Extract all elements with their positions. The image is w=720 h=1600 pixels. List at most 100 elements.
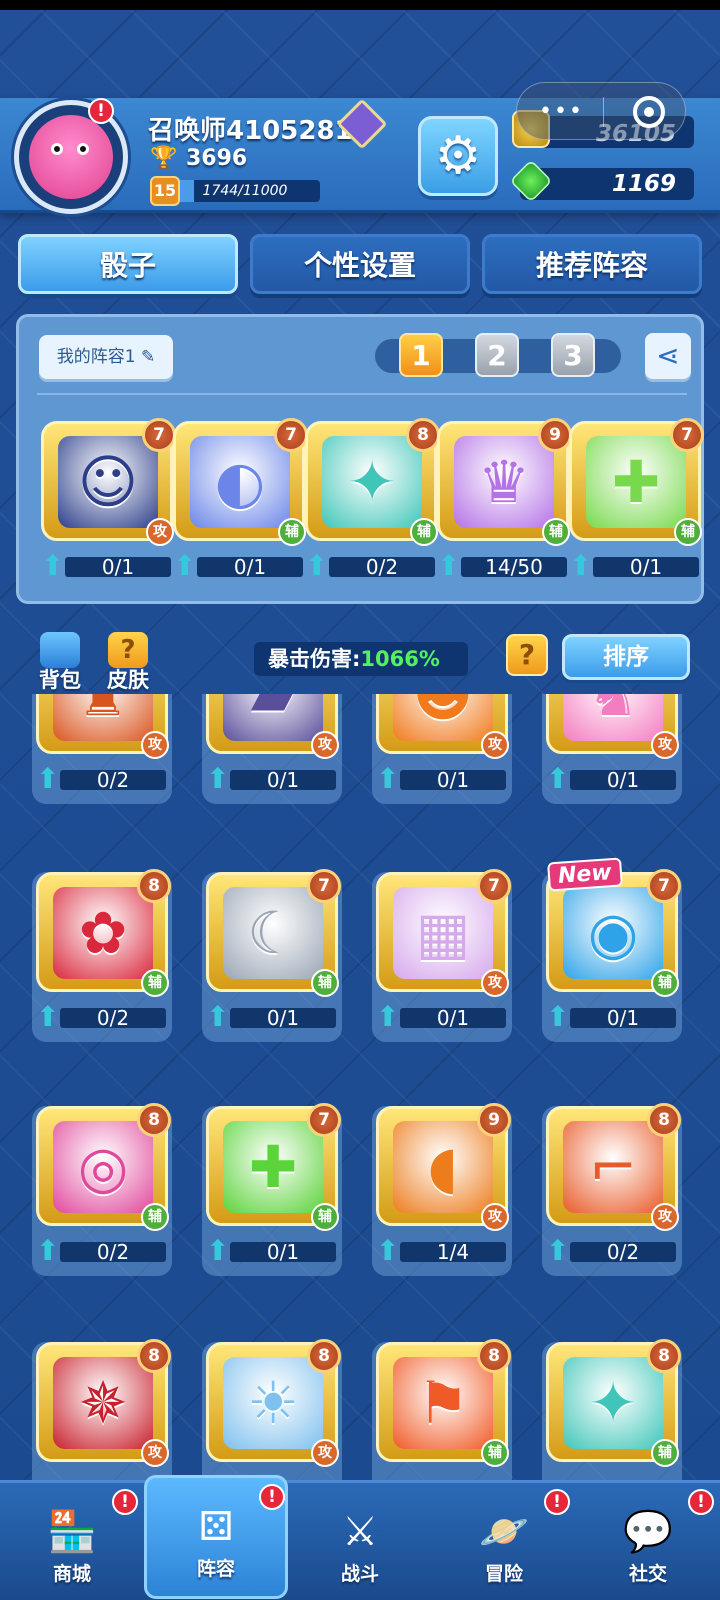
dice-card[interactable]: ✿ 8 辅 0/2 ⬆ — [32, 869, 172, 1042]
dice-frame: ▰ 攻 — [206, 694, 339, 759]
dice-card[interactable]: ⚑ 8 辅 — [372, 1339, 512, 1480]
cannon-icon: ▰ — [250, 694, 296, 729]
upgrade-arrow-icon: ⬆ — [36, 762, 60, 795]
share-button[interactable]: ⋖ — [645, 333, 691, 379]
dice-card[interactable]: ♛ 9 辅 14/50 ⬆ — [433, 418, 573, 591]
upgrade-progress-text: 0/1 — [436, 1006, 470, 1030]
dice-card[interactable]: ✦ 8 辅 0/2 ⬆ — [301, 418, 441, 591]
dice-card[interactable]: ☻ 攻 0/1 ⬆ — [372, 694, 512, 804]
dice-level-badge: 7 — [307, 869, 341, 903]
dice-card[interactable]: ▦ 7 攻 0/1 ⬆ — [372, 869, 512, 1042]
chat-icon: 💬 — [623, 1509, 673, 1555]
dice-card[interactable]: ♜ 攻 0/2 ⬆ — [32, 694, 172, 804]
gem-value: 1169 — [611, 171, 676, 197]
dice-role-badge: 辅 — [141, 969, 169, 997]
bread-icon: ◖ — [427, 1133, 459, 1201]
upgrade-progress-text: 0/1 — [266, 1006, 300, 1030]
dice-card[interactable]: ✵ 8 攻 — [32, 1339, 172, 1480]
gem-counter[interactable]: 1169 — [509, 159, 694, 203]
dice-level-badge: 8 — [137, 869, 171, 903]
close-target-icon[interactable] — [633, 96, 665, 128]
dice-card[interactable]: ☀ 8 攻 — [202, 1339, 342, 1480]
deck-slot-2[interactable]: 2 — [475, 333, 519, 377]
crit-label: 暴击伤害: — [268, 647, 361, 671]
dice-card[interactable]: ◉ 7 辅 New 0/1 ⬆ — [542, 857, 682, 1042]
trophy-count: 3696 — [186, 146, 248, 171]
deck-slot-3[interactable]: 3 — [551, 333, 595, 377]
upgrade-progress: 1/4 ⬆ — [376, 1234, 508, 1267]
help-button[interactable]: ? — [506, 634, 548, 676]
upgrade-arrow-icon: ⬆ — [206, 762, 230, 795]
upgrade-arrow-icon: ⬆ — [546, 1000, 570, 1033]
upgrade-progress: 0/1 ⬆ — [206, 762, 338, 795]
capsule-divider — [603, 97, 604, 127]
paw-icon: ✿ — [78, 899, 128, 967]
panel-divider — [37, 393, 687, 395]
signal-icon: ◉ — [587, 899, 639, 967]
upgrade-progress: 0/1 ⬆ — [569, 552, 701, 580]
avatar-face — [51, 143, 91, 161]
deck-name-button[interactable]: 我的阵容1 ✎ — [39, 335, 173, 379]
upgrade-arrow-icon: ⬆ — [36, 1000, 60, 1033]
dice-level-badge: 8 — [647, 1339, 681, 1373]
dice-role-badge: 攻 — [651, 1203, 679, 1231]
dice-card[interactable]: ✦ 8 辅 — [542, 1339, 682, 1480]
dice-frame: ✦ 8 辅 — [305, 418, 440, 546]
upgrade-arrow-icon: ⬆ — [376, 1000, 400, 1033]
dice-card[interactable]: ◖ 9 攻 1/4 ⬆ — [372, 1103, 512, 1276]
dice-frame: ⚑ 8 辅 — [376, 1339, 511, 1467]
dice-frame: ✚ 7 辅 — [206, 1103, 341, 1231]
tab-personalize[interactable]: 个性设置 — [250, 234, 470, 294]
dice-frame: ◎ 8 辅 — [36, 1103, 171, 1231]
dice-card[interactable]: ☺ 7 攻 0/1 ⬆ — [37, 418, 177, 591]
question-icon: ? — [108, 632, 148, 668]
dice-frame: ☀ 8 攻 — [206, 1339, 341, 1467]
upgrade-progress: 0/1 ⬆ — [173, 552, 305, 580]
dice-role-badge: 攻 — [311, 1439, 339, 1467]
sort-button[interactable]: 排序 — [562, 634, 690, 680]
dice-level-badge: 7 — [647, 869, 681, 903]
dice-card[interactable]: ◐ 7 辅 0/1 ⬆ — [169, 418, 309, 591]
mini-program-capsule: ••• — [516, 82, 686, 140]
dice-card[interactable]: ✚ 7 辅 0/1 ⬆ — [202, 1103, 342, 1276]
bag-icon — [40, 632, 80, 668]
dice-role-badge: 攻 — [481, 1203, 509, 1231]
dice-card[interactable]: ♞ 攻 0/1 ⬆ — [542, 694, 682, 804]
level-progress: 1744/11000 15 — [150, 176, 320, 206]
dice-level-badge: 8 — [137, 1339, 171, 1373]
dice-frame: ♛ 9 辅 — [437, 418, 572, 546]
dice-card[interactable]: ◎ 8 辅 0/2 ⬆ — [32, 1103, 172, 1276]
dice-frame: ✵ 8 攻 — [36, 1339, 171, 1467]
settings-button[interactable]: ⚙ — [418, 116, 498, 196]
dice-icon: ⚄ — [198, 1504, 234, 1550]
tab-dice[interactable]: 骰子 — [18, 234, 238, 294]
more-icon[interactable]: ••• — [539, 101, 584, 123]
nav-label: 商城 — [52, 1563, 91, 1585]
nav-item-planet[interactable]: 🪐 冒险! — [432, 1483, 576, 1600]
nav-item-chat[interactable]: 💬 社交! — [576, 1483, 720, 1600]
dice-collection-grid[interactable]: ♜ 攻 0/2 ⬆ ▰ 攻 0/1 ⬆ ☻ 攻 0/1 ⬆ ♞ 攻 0/1 ⬆ ✿ 8 辅 0/2 ⬆ ☾ 7 辅 0/1 ⬆ ▦ 7… — [0, 694, 720, 1480]
dice-level-badge: 7 — [477, 869, 511, 903]
bottom-nav: 🏪 商城! ⚄ 阵容! ⚔ 战斗 🪐 冒险! 💬 社交! — [0, 1475, 720, 1600]
upgrade-progress: 0/2 ⬆ — [305, 552, 437, 580]
status-bar — [0, 0, 720, 10]
upgrade-progress-text: 0/1 — [266, 1240, 300, 1264]
nav-item-shop[interactable]: 🏪 商城! — [0, 1483, 144, 1600]
dice-card[interactable]: ▰ 攻 0/1 ⬆ — [202, 694, 342, 804]
dice-role-badge: 攻 — [481, 969, 509, 997]
tab-recommended-decks[interactable]: 推荐阵容 — [482, 234, 702, 294]
dice-card[interactable]: ☾ 7 辅 0/1 ⬆ — [202, 869, 342, 1042]
skin-button[interactable]: ? 皮肤 — [98, 632, 158, 692]
upgrade-arrow-icon: ⬆ — [376, 1234, 400, 1267]
dice-frame: ▦ 7 攻 — [376, 869, 511, 997]
dice-card[interactable]: ✚ 7 辅 0/1 ⬆ — [565, 418, 705, 591]
upgrade-arrow-icon: ⬆ — [376, 762, 400, 795]
bag-button[interactable]: 背包 — [30, 632, 90, 692]
nav-item-dice[interactable]: ⚄ 阵容! — [144, 1475, 288, 1599]
upgrade-progress: 0/2 ⬆ — [36, 1237, 168, 1265]
deck-slot-1[interactable]: 1 — [399, 333, 443, 377]
upgrade-arrow-icon: ⬆ — [437, 549, 461, 582]
upgrade-progress-text: 0/1 — [629, 555, 663, 579]
nav-item-swords[interactable]: ⚔ 战斗 — [288, 1483, 432, 1600]
dice-card[interactable]: ⌐ 8 攻 0/2 ⬆ — [542, 1103, 682, 1276]
